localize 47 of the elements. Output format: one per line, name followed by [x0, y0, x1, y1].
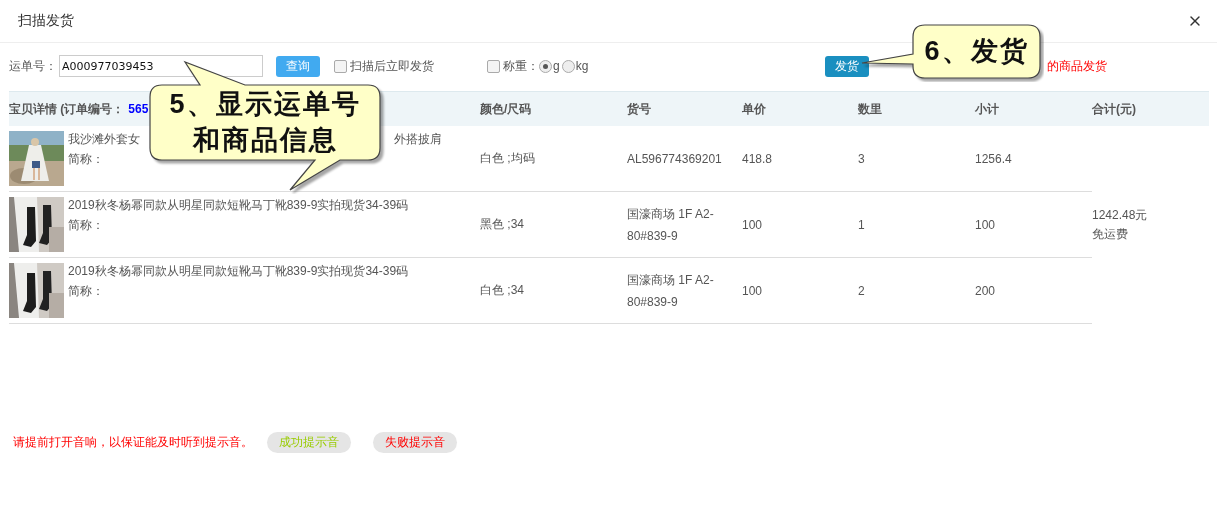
unit-label: kg — [575, 59, 589, 73]
weigh-label: 称重： — [503, 57, 539, 75]
callout-text: 5、显示运单号 — [169, 88, 361, 121]
unit-label: g — [553, 59, 560, 73]
product-title: 外搭披肩 — [394, 131, 442, 148]
column-header: 宝贝详情 (订单编号： — [9, 100, 125, 118]
table-cell: 白色 ;均码 — [480, 150, 535, 167]
column-header: 数里 — [858, 100, 882, 118]
table-cell: 100 — [742, 283, 763, 298]
product-title: 2019秋冬杨幂同款从明星同款短靴马丁靴839-9实拍现货34-39码 — [68, 197, 409, 214]
column-header: 货号 — [627, 100, 651, 118]
query-button[interactable]: 查询 — [276, 55, 320, 77]
table-cell: 200 — [975, 283, 996, 298]
table-cell: 黑色 ;34 — [480, 216, 524, 233]
table-cell: 1 — [858, 217, 865, 232]
ship-notice: 的商品发货 — [1047, 57, 1108, 75]
table-cell: 100 — [975, 217, 996, 232]
table-cell: 白色 ;34 — [480, 282, 524, 299]
column-header: 小计 — [975, 100, 999, 118]
table-cell: 418.8 — [742, 151, 773, 166]
alias-label: 简称： — [68, 283, 105, 300]
waybill-label: 运单号： — [9, 57, 57, 75]
table-cell: 1256.4 — [975, 151, 1012, 166]
waybill-field[interactable]: A000977039453 — [59, 55, 263, 77]
callout-text: 6、发货 — [924, 35, 1029, 68]
table-cell-text: 国濠商场 1F A2-80#839-9 — [627, 271, 715, 311]
table-cell: 3 — [858, 151, 865, 166]
auto-ship-label: 扫描后立即发货 — [350, 57, 434, 75]
column-header: 合计(元) — [1092, 100, 1136, 118]
window-title: 扫描发货 — [18, 12, 74, 30]
sound-notice: 请提前打开音响，以保证能及时听到提示音。 — [13, 434, 253, 451]
alias-label: 简称： — [68, 151, 105, 168]
sound-button[interactable]: 失败提示音 — [373, 432, 457, 453]
product-title: 我沙滩外套女 — [68, 131, 140, 148]
table-cell-text: AL596774369201 — [627, 150, 723, 168]
callout-text: 和商品信息 — [192, 124, 338, 157]
shipping-note: 免运费 — [1092, 226, 1129, 243]
ship-button[interactable]: 发货 — [825, 55, 870, 77]
total-amount: 1242.48元 — [1092, 207, 1149, 224]
order-number: 565 — [128, 102, 149, 116]
product-title: 2019秋冬杨幂同款从明星同款短靴马丁靴839-9实拍现货34-39码 — [68, 263, 409, 280]
column-header: 颜色/尺码 — [480, 100, 532, 118]
table-cell: 100 — [742, 217, 763, 232]
table-cell-text: 国濠商场 1F A2-80#839-9 — [627, 205, 715, 245]
table-cell: 2 — [858, 283, 865, 298]
alias-label: 简称： — [68, 217, 105, 234]
column-header: 单价 — [742, 100, 766, 118]
